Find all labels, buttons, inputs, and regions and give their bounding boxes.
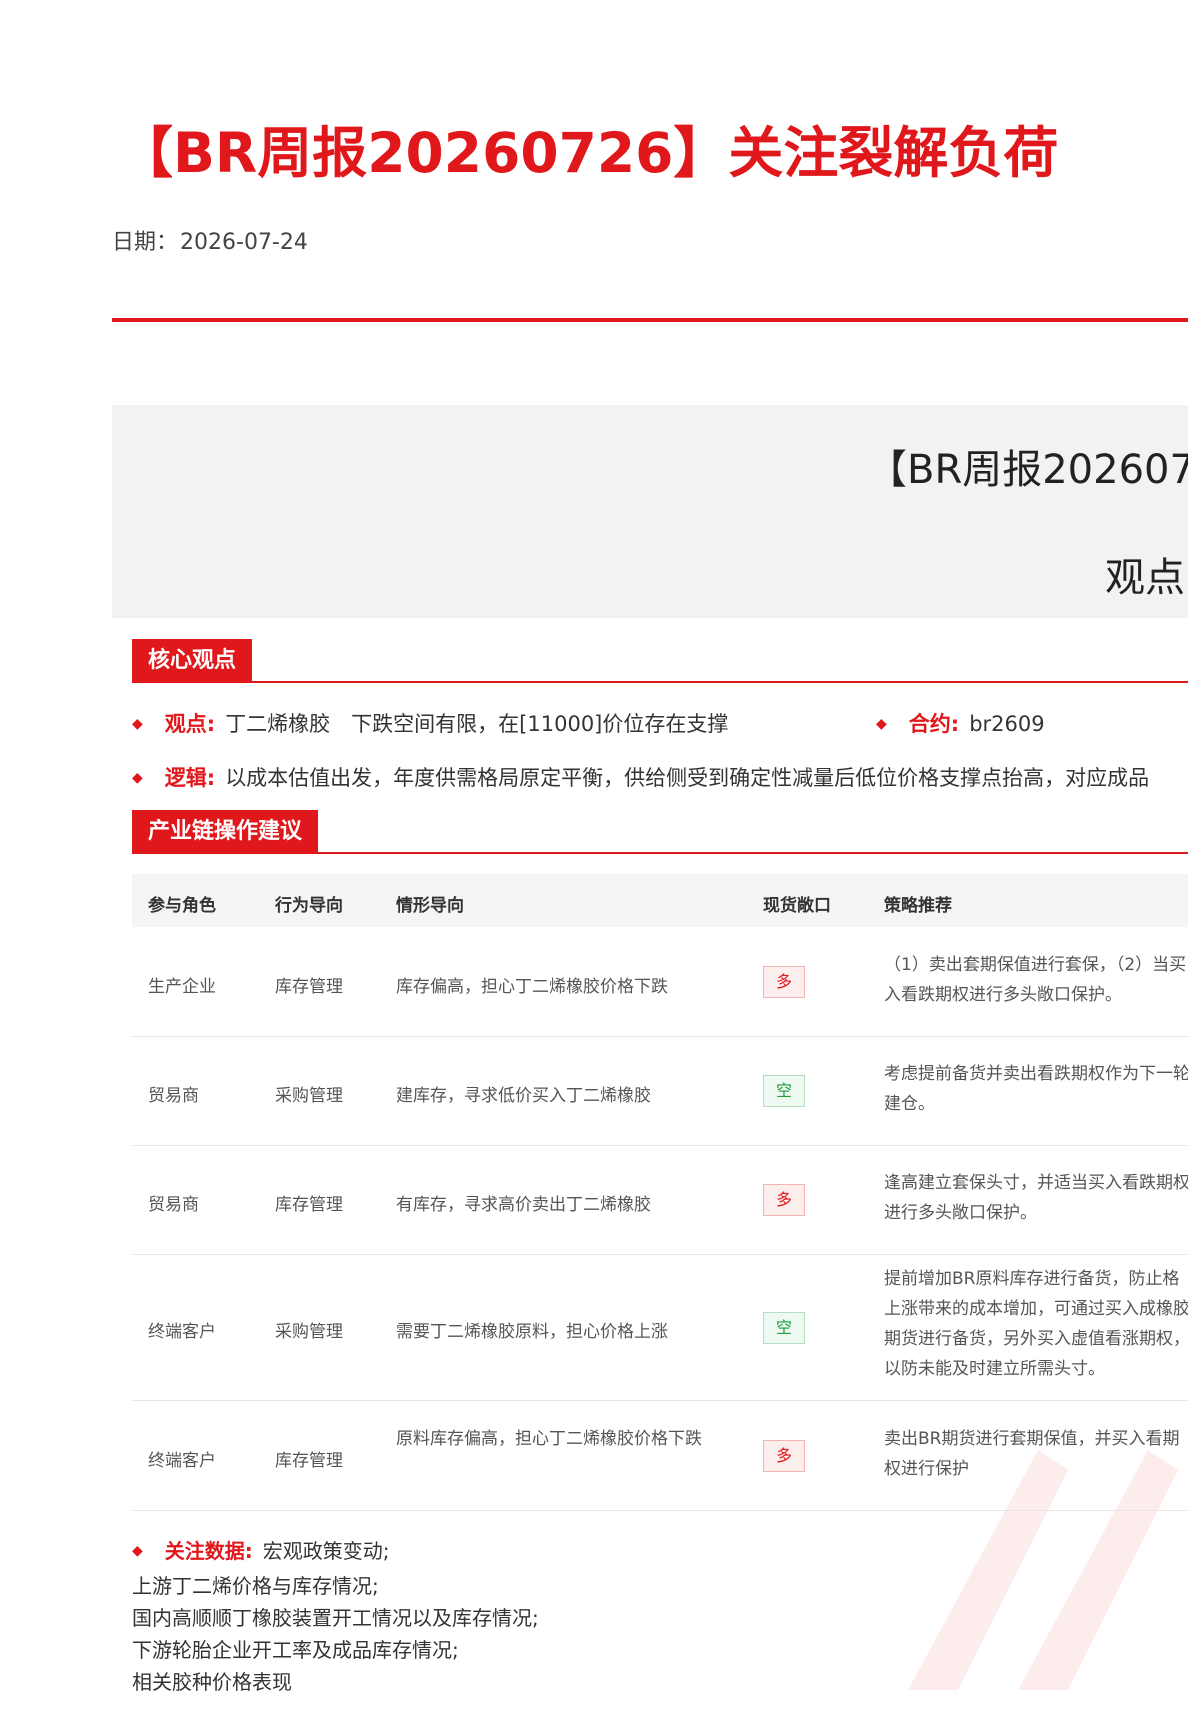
exposure-badge: 空	[763, 1075, 805, 1107]
view-label: 观点:	[164, 712, 216, 736]
table-row: 生产企业 库存管理 库存偏高，担心丁二烯橡胶价格下跌 多 （1）卖出套期保值进行…	[132, 927, 1188, 1037]
exposure-badge: 多	[763, 966, 805, 998]
logic-text: 以成本估值出发，年度供需格局原定平衡，供给侧受到确定性减量后低位价格支撑点抬高，…	[225, 766, 1150, 790]
page-title: 【BR周报20260726】关注裂解负荷	[118, 121, 1059, 185]
title-divider	[112, 318, 1188, 322]
cell-situation: 库存偏高，担心丁二烯橡胶价格下跌	[396, 977, 668, 997]
focus-first-line: ◆ 关注数据: 宏观政策变动;	[132, 1535, 539, 1570]
header-exposure: 现货敞口	[763, 896, 831, 916]
view-text: 丁二烯橡胶 下跌空间有限，在[11000]价位存在支撑	[225, 712, 729, 736]
table-header: 参与角色 行为导向 情形导向 现货敞口 策略推荐	[132, 874, 1188, 927]
publish-date: 日期：2026-07-24	[112, 224, 308, 256]
focus-label: 关注数据:	[164, 1539, 253, 1563]
diamond-bullet-icon: ◆	[132, 770, 143, 786]
cell-strategy: 逢高建立套保头寸，并适当买入看跌期权进行多头敞口保护。	[884, 1173, 1188, 1223]
contract-text: br2609	[969, 712, 1045, 736]
focus-item: 宏观政策变动;	[262, 1539, 390, 1563]
cell-situation: 原料库存偏高，担心丁二烯橡胶价格下跌	[396, 1429, 702, 1449]
section-industry-chain-label: 产业链操作建议	[132, 810, 319, 852]
header-situation: 情形导向	[396, 896, 464, 916]
core-view-bullet: ◆ 观点: 丁二烯橡胶 下跌空间有限，在[11000]价位存在支撑	[132, 708, 728, 738]
banner-title: 【BR周报202607	[867, 447, 1188, 493]
report-banner: 【BR周报202607 观点	[112, 405, 1188, 618]
header-behavior: 行为导向	[275, 896, 343, 916]
cell-behavior: 库存管理	[275, 1451, 343, 1471]
cell-situation: 需要丁二烯橡胶原料，担心价格上涨	[396, 1322, 668, 1342]
table-row: 终端客户 库存管理 原料库存偏高，担心丁二烯橡胶价格下跌 多 卖出BR期货进行套…	[132, 1400, 1188, 1511]
banner-subtitle: 观点	[1105, 555, 1185, 601]
header-strategy: 策略推荐	[884, 896, 952, 916]
exposure-badge: 空	[763, 1312, 805, 1344]
exposure-badge: 多	[763, 1184, 805, 1216]
focus-item: 国内高顺顺丁橡胶装置开工情况以及库存情况;	[132, 1606, 539, 1630]
cell-strategy: 考虑提前备货并卖出看跌期权作为下一轮建仓。	[884, 1064, 1188, 1114]
focus-data: ◆ 关注数据: 宏观政策变动; 上游丁二烯价格与库存情况; 国内高顺顺丁橡胶装置开工…	[132, 1535, 539, 1698]
header-role: 参与角色	[148, 896, 216, 916]
logic-bullet: ◆ 逻辑: 以成本估值出发，年度供需格局原定平衡，供给侧受到确定性减量后低位价格支撑…	[132, 762, 1149, 792]
section-core-view: 核心观点	[132, 639, 1188, 683]
focus-item: 上游丁二烯价格与库存情况;	[132, 1574, 379, 1598]
focus-item: 下游轮胎企业开工率及成品库存情况;	[132, 1638, 459, 1662]
table-row: 贸易商 采购管理 建库存，寻求低价买入丁二烯橡胶 空 考虑提前备货并卖出看跌期权…	[132, 1036, 1188, 1146]
contract-bullet: ◆ 合约: br2609	[876, 708, 1045, 738]
diamond-bullet-icon: ◆	[132, 1543, 143, 1559]
cell-role: 终端客户	[148, 1451, 216, 1471]
exposure-badge: 多	[763, 1440, 805, 1472]
section-core-view-label: 核心观点	[132, 639, 253, 681]
cell-situation: 建库存，寻求低价买入丁二烯橡胶	[396, 1086, 651, 1106]
logic-label: 逻辑:	[164, 766, 216, 790]
cell-role: 贸易商	[148, 1086, 199, 1106]
cell-strategy: 卖出BR期货进行套期保值，并买入看期权进行保护	[884, 1429, 1180, 1479]
diamond-bullet-icon: ◆	[132, 716, 143, 732]
cell-behavior: 库存管理	[275, 977, 343, 997]
date-value: 2026-07-24	[180, 230, 308, 255]
table-row: 终端客户 采购管理 需要丁二烯橡胶原料，担心价格上涨 空 提前增加BR原料库存进…	[132, 1254, 1188, 1401]
cell-role: 终端客户	[148, 1322, 216, 1342]
focus-item: 相关胶种价格表现	[132, 1670, 292, 1694]
cell-role: 生产企业	[148, 977, 216, 997]
cell-behavior: 采购管理	[275, 1322, 343, 1342]
section-industry-chain: 产业链操作建议	[132, 810, 1188, 854]
cell-strategy: 提前增加BR原料库存进行备货，防止格上涨带来的成本增加，可通过买入成橡胶期货进行…	[884, 1269, 1188, 1379]
cell-behavior: 库存管理	[275, 1195, 343, 1215]
cell-behavior: 采购管理	[275, 1086, 343, 1106]
contract-label: 合约:	[908, 712, 960, 736]
table-row: 贸易商 库存管理 有库存，寻求高价卖出丁二烯橡胶 多 逢高建立套保头寸，并适当买…	[132, 1145, 1188, 1255]
cell-strategy: （1）卖出套期保值进行套保，（2）当买入看跌期权进行多头敞口保护。	[884, 955, 1187, 1005]
date-label: 日期：	[112, 230, 179, 255]
cell-situation: 有库存，寻求高价卖出丁二烯橡胶	[396, 1195, 651, 1215]
diamond-bullet-icon: ◆	[876, 716, 887, 732]
cell-role: 贸易商	[148, 1195, 199, 1215]
